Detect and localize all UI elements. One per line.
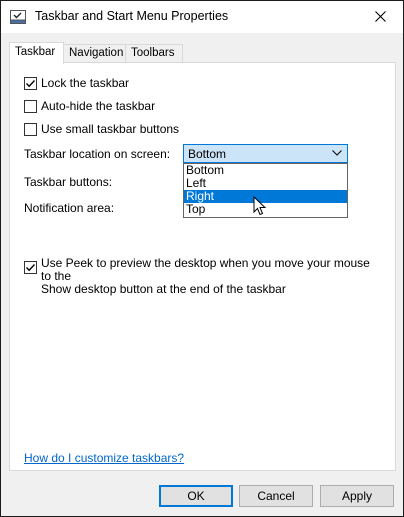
peek-label-line2: Show desktop button at the end of the ta…	[41, 282, 286, 296]
peek-checkbox[interactable]	[24, 261, 37, 274]
title-bar[interactable]: Taskbar and Start Menu Properties	[1, 1, 403, 33]
location-select-value: Bottom	[188, 147, 227, 161]
checkmark-icon	[26, 264, 36, 272]
peek-option[interactable]: Use Peek to preview the desktop when you…	[24, 257, 374, 296]
small-buttons-checkbox[interactable]	[24, 122, 37, 136]
small-buttons-option[interactable]: Use small taskbar buttons	[24, 122, 179, 136]
tab-navigation[interactable]: Navigation	[63, 44, 126, 63]
ok-button[interactable]: OK	[159, 485, 233, 507]
cancel-button[interactable]: Cancel	[239, 485, 313, 507]
location-label: Taskbar location on screen:	[24, 147, 171, 161]
checkmark-icon	[26, 79, 36, 87]
lock-taskbar-option[interactable]: Lock the taskbar	[24, 76, 129, 90]
help-link[interactable]: How do I customize taskbars?	[24, 451, 184, 465]
mouse-cursor-icon	[253, 196, 267, 216]
notification-area-label: Notification area:	[24, 201, 115, 215]
lock-taskbar-label: Lock the taskbar	[41, 76, 130, 90]
taskbar-properties-icon	[10, 10, 26, 24]
peek-label: Use Peek to preview the desktop when you…	[41, 257, 374, 296]
chevron-down-icon	[332, 150, 342, 156]
lock-taskbar-checkbox[interactable]	[24, 76, 37, 90]
location-select[interactable]: Bottom	[183, 144, 348, 163]
taskbar-panel: Lock the taskbar Auto-hide the taskbar U…	[9, 62, 396, 471]
close-icon	[374, 11, 386, 22]
window-title: Taskbar and Start Menu Properties	[35, 9, 229, 23]
close-button[interactable]	[357, 1, 403, 32]
peek-label-line1: Use Peek to preview the desktop when you…	[41, 256, 370, 283]
auto-hide-checkbox[interactable]	[24, 99, 37, 113]
auto-hide-label: Auto-hide the taskbar	[41, 99, 156, 113]
tab-taskbar[interactable]: Taskbar	[9, 42, 64, 64]
tab-toolbars[interactable]: Toolbars	[125, 44, 183, 63]
small-buttons-label: Use small taskbar buttons	[41, 122, 180, 136]
auto-hide-option[interactable]: Auto-hide the taskbar	[24, 99, 155, 113]
properties-dialog: Taskbar and Start Menu Properties Taskba…	[0, 0, 404, 517]
apply-button[interactable]: Apply	[320, 485, 394, 507]
taskbar-buttons-label: Taskbar buttons:	[24, 175, 113, 189]
location-option-bottom[interactable]: Bottom	[184, 164, 347, 177]
